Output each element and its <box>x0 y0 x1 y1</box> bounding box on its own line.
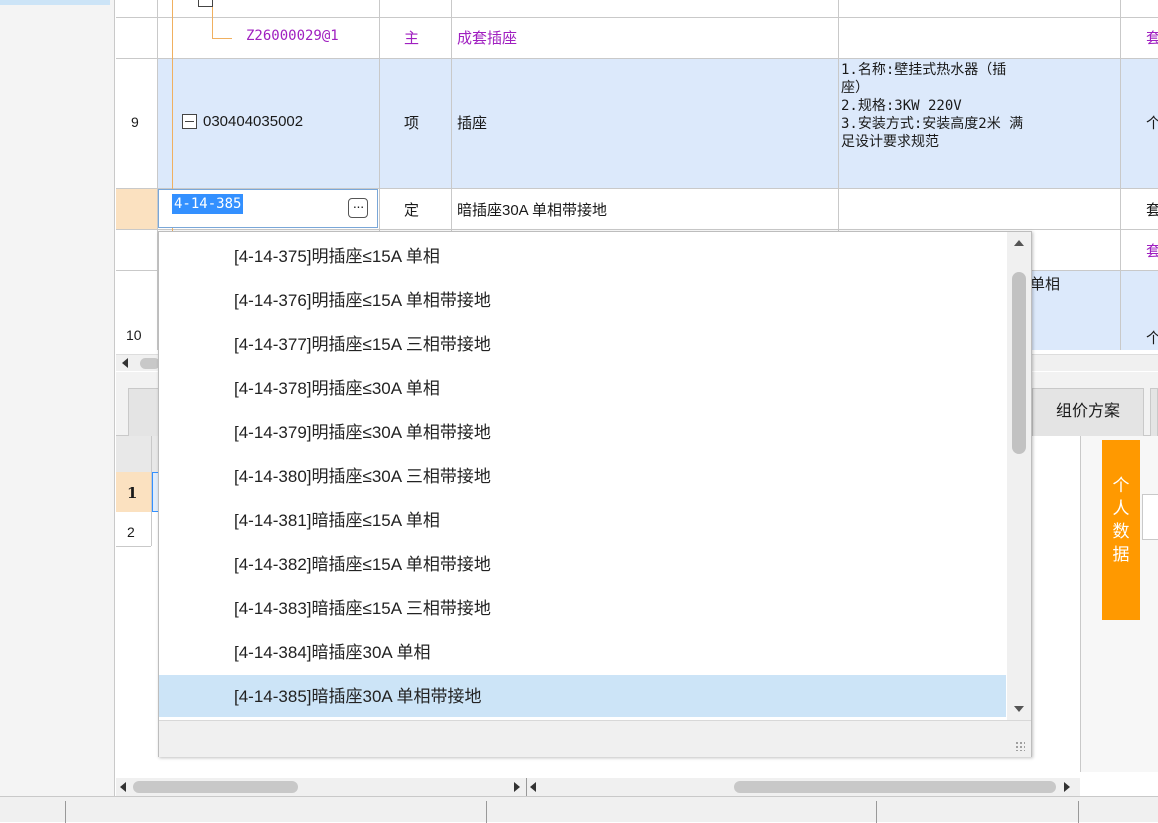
grid-row-number: 1 <box>127 484 138 502</box>
resize-grip-icon[interactable] <box>1015 741 1025 751</box>
bottom-horizontal-scrollbar[interactable] <box>116 778 1080 796</box>
scroll-thumb[interactable] <box>1012 272 1026 454</box>
dropdown-item-selected[interactable]: [4-14-385]暗插座30A 单相带接地 <box>159 675 1006 717</box>
right-panel-box <box>1142 494 1158 540</box>
item-name: 插座 <box>457 115 488 132</box>
dropdown-list: [4-14-375]明插座≤15A 单相 [4-14-376]明插座≤15A 单… <box>159 235 1006 717</box>
dropdown-footer <box>159 720 1031 757</box>
item-features: 1.名称:壁挂式热水器（插 座） 2.规格:3KW 220V 3.安装方式:安装… <box>841 61 1117 151</box>
personal-data-tab[interactable]: 个 人 数 据 <box>1102 440 1140 620</box>
code-input-value[interactable]: 4-14-385 <box>172 194 244 214</box>
feature-line: 3.安装方式:安装高度2米 满 <box>841 116 1024 132</box>
item-code: 030404035002 <box>203 113 304 130</box>
left-panel <box>0 0 115 796</box>
feature-line: 座） <box>841 80 869 96</box>
child-name: 成套插座 <box>457 30 518 47</box>
child-unit: 套 <box>1146 30 1158 47</box>
dropdown-item[interactable]: [4-14-384]暗插座30A 单相 <box>159 631 1006 674</box>
collapse-icon[interactable] <box>182 114 197 129</box>
personal-data-char: 数 <box>1112 522 1130 541</box>
item-type: 项 <box>404 115 420 132</box>
dropdown-item[interactable]: [4-14-375]明插座≤15A 单相 <box>159 235 1006 278</box>
feature-line: 1.名称:壁挂式热水器（插 <box>841 62 1007 78</box>
edit-name: 暗插座30A 单相带接地 <box>457 202 608 219</box>
item-unit: 个 <box>1146 115 1158 132</box>
grid-row-number: 2 <box>127 524 135 540</box>
scroll-up-arrow-icon[interactable] <box>1014 240 1024 246</box>
feature-line: 2.规格:3KW 220V <box>841 98 962 114</box>
dropdown-item[interactable]: [4-14-380]明插座≤30A 三相带接地 <box>159 455 1006 498</box>
edit-row-number-cell <box>116 188 158 229</box>
scroll-down-arrow-icon[interactable] <box>1014 706 1024 712</box>
dropdown-item[interactable]: [4-14-376]明插座≤15A 单相带接地 <box>159 279 1006 322</box>
bottom-tab-left[interactable] <box>128 388 160 436</box>
row-number: 9 <box>131 114 139 130</box>
child-code: Z26000029@1 <box>246 28 339 44</box>
edit-type: 定 <box>404 202 420 219</box>
collapse-icon[interactable] <box>198 0 213 7</box>
edit-unit: 套 <box>1146 202 1158 219</box>
status-bar <box>0 796 1158 823</box>
code-dropdown[interactable]: [4-14-375]明插座≤15A 单相 [4-14-376]明插座≤15A 单… <box>158 231 1032 757</box>
feature-line: 足设计要求规范 <box>841 134 939 150</box>
row-number: 10 <box>126 327 142 343</box>
left-panel-selected <box>0 0 110 5</box>
personal-data-char: 据 <box>1112 545 1130 564</box>
bottom-tab-right[interactable] <box>1150 388 1158 436</box>
child-type: 主 <box>404 30 420 47</box>
hidden-row-unit: 套 <box>1146 243 1158 260</box>
dropdown-item[interactable]: [4-14-381]暗插座≤15A 单相 <box>159 499 1006 542</box>
bottom-grid[interactable] <box>116 436 161 772</box>
tab-group-price[interactable]: 组价方案 <box>1032 388 1144 436</box>
dropdown-item[interactable]: [4-14-383]暗插座≤15A 三相带接地 <box>159 587 1006 630</box>
personal-data-char: 人 <box>1112 499 1130 518</box>
more-button[interactable]: ··· <box>348 198 368 218</box>
row-10-feature: 单相 <box>1030 276 1061 293</box>
dropdown-item[interactable]: [4-14-382]暗插座≤15A 单相带接地 <box>159 543 1006 586</box>
row-10-unit: 个 <box>1146 330 1158 347</box>
dropdown-item[interactable]: [4-14-379]明插座≤30A 单相带接地 <box>159 411 1006 454</box>
dropdown-item[interactable]: [4-14-377]明插座≤15A 三相带接地 <box>159 323 1006 366</box>
personal-data-char: 个 <box>1112 476 1130 495</box>
dropdown-item[interactable]: [4-14-378]明插座≤30A 单相 <box>159 367 1006 410</box>
dropdown-vertical-scrollbar[interactable] <box>1007 232 1031 720</box>
tab-group-price-label: 组价方案 <box>1055 403 1120 420</box>
